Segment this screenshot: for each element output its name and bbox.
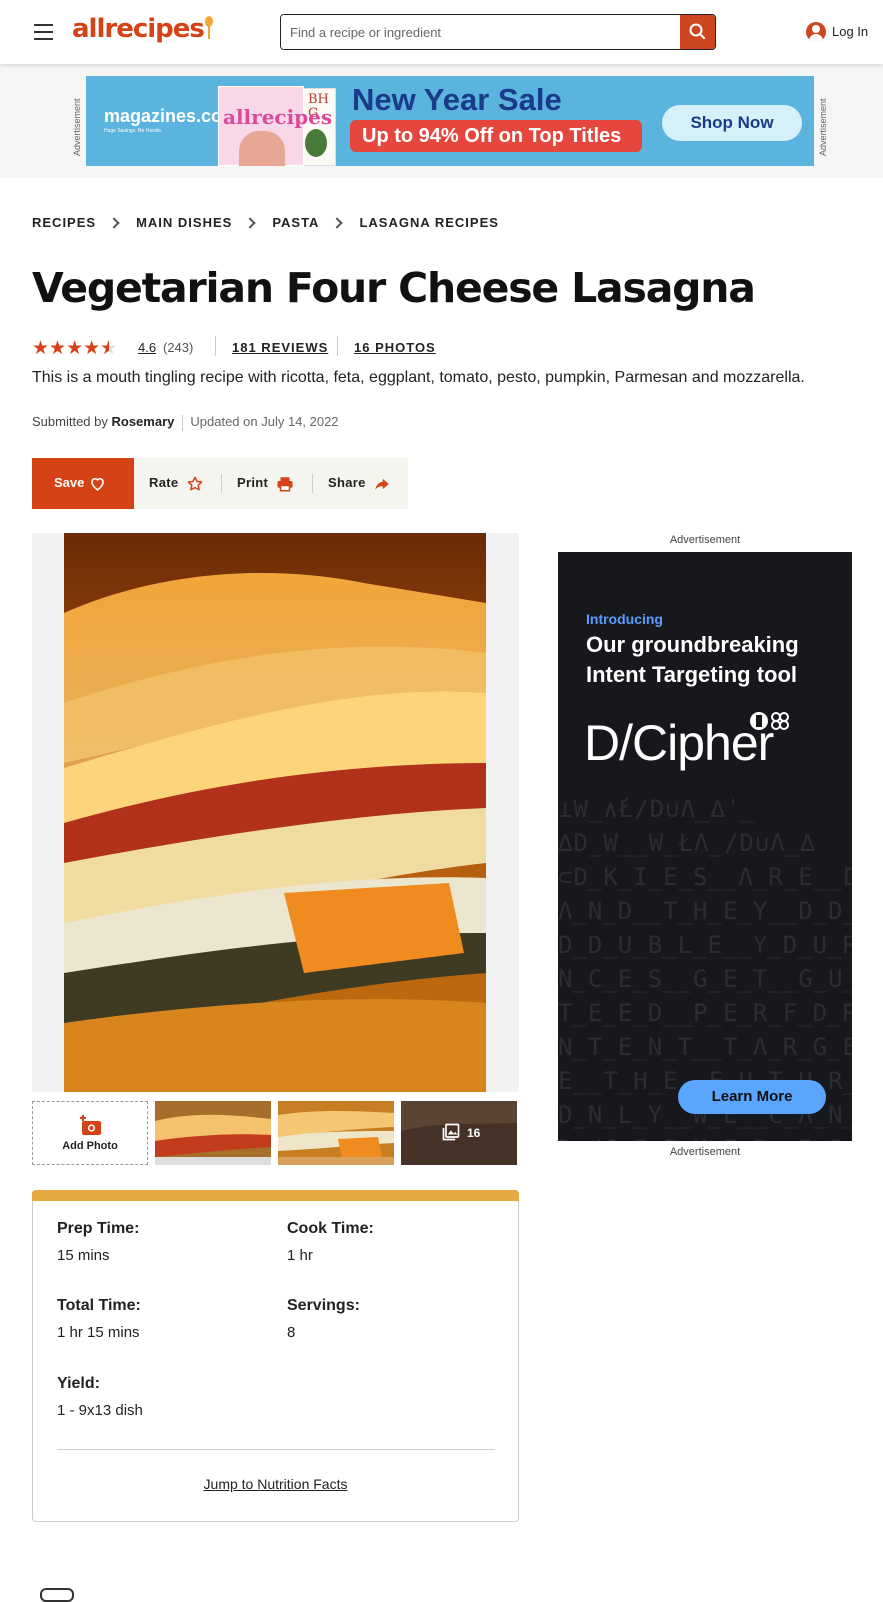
servings: Servings: 8 xyxy=(287,1297,360,1341)
photo-thumbnails: Add Photo 16 xyxy=(32,1101,519,1166)
search-bar xyxy=(280,14,716,50)
rating-value[interactable]: 4.6 xyxy=(138,340,156,355)
breadcrumb-recipes[interactable]: RECIPES xyxy=(32,215,96,230)
rate-button[interactable]: Rate xyxy=(134,458,222,509)
print-button[interactable]: Print xyxy=(222,458,312,509)
total-time: Total Time: 1 hr 15 mins xyxy=(57,1297,141,1341)
ad-label-left: Advertisement xyxy=(72,98,82,156)
updated-date: Updated on July 14, 2022 xyxy=(190,414,339,429)
card-accent-bar xyxy=(32,1190,519,1201)
thumbnail-1[interactable] xyxy=(155,1101,271,1165)
user-icon xyxy=(806,22,826,42)
ad-headline: New Year Sale xyxy=(352,82,562,117)
save-label: Save xyxy=(54,475,85,490)
breadcrumb-lasagna-recipes[interactable]: LASAGNA RECIPES xyxy=(359,215,498,230)
breadcrumb-main-dishes[interactable]: MAIN DISHES xyxy=(136,215,232,230)
search-button[interactable] xyxy=(680,15,715,49)
learn-more-button[interactable]: Learn More xyxy=(678,1080,826,1114)
divider xyxy=(215,336,216,356)
ad-label-top: Advertisement xyxy=(669,534,741,546)
ad-intro: Introducing xyxy=(586,611,663,627)
prep-time: Prep Time: 15 mins xyxy=(57,1220,140,1264)
breadcrumb: RECIPES MAIN DISHES PASTA LASAGNA RECIPES xyxy=(32,214,499,230)
gallery-icon xyxy=(442,1123,460,1141)
site-header: allrecipes Log In xyxy=(0,0,883,64)
more-photos-button[interactable]: 16 xyxy=(401,1101,517,1165)
print-label: Print xyxy=(237,475,269,490)
star-rating-icon: ★★★★★ xyxy=(32,337,117,360)
photos-link[interactable]: 16 PHOTOS xyxy=(354,340,436,355)
divider xyxy=(337,336,338,356)
ad-headline: Our groundbreaking Intent Targeting tool xyxy=(586,632,799,687)
share-button[interactable]: Share xyxy=(313,458,408,509)
chevron-right-icon xyxy=(331,216,344,229)
rating-count: (243) xyxy=(163,340,194,355)
star-outline-icon xyxy=(187,476,203,491)
add-camera-icon xyxy=(80,1115,101,1135)
ad-brand-name: D/Cipher xyxy=(584,715,774,771)
side-ad-banner[interactable]: ⊥W̲∧́Ł/D∪Λ̲∆ˈ̲ ∆D̲W̲_W̲ŁΛ̲/D∪Λ̲∆ ⊂D̲K̲I̲… xyxy=(558,552,852,1141)
lasagna-photo[interactable] xyxy=(64,533,486,1092)
search-input[interactable] xyxy=(281,15,681,49)
recipe-details-card: Prep Time: 15 mins Cook Time: 1 hr Total T… xyxy=(32,1190,519,1522)
submitted-by-label: Submitted by xyxy=(32,414,108,429)
reviews-link[interactable]: 181 REVIEWS xyxy=(232,340,328,355)
thumbnail-2[interactable] xyxy=(278,1101,394,1165)
hero-image-frame xyxy=(32,533,519,1092)
chevron-right-icon xyxy=(244,216,256,229)
photo-count: 16 xyxy=(467,1126,481,1140)
breadcrumb-pasta[interactable]: PASTA xyxy=(272,215,319,230)
chevron-right-icon xyxy=(108,216,120,229)
ad-offer: Up to 94% Off on Top Titles xyxy=(350,120,642,152)
recipe-description: This is a mouth tingling recipe with ric… xyxy=(32,369,805,386)
shop-now-button[interactable]: Shop Now xyxy=(662,105,802,141)
byline: Submitted by Rosemary Updated on July 14,… xyxy=(32,414,339,431)
share-arrow-icon xyxy=(375,478,389,490)
action-bar: Save Rate Print Share xyxy=(32,458,408,509)
yield: Yield: 1 - 9x13 dish xyxy=(57,1375,143,1419)
add-photo-button[interactable]: Add Photo xyxy=(32,1101,148,1165)
save-button[interactable]: Save xyxy=(32,458,134,509)
cook-time: Cook Time: 1 hr xyxy=(287,1220,374,1264)
heart-icon xyxy=(91,478,104,491)
share-label: Share xyxy=(328,475,366,490)
ad-label-bottom: Advertisement xyxy=(669,1146,741,1158)
divider xyxy=(57,1449,495,1450)
add-photo-label: Add Photo xyxy=(62,1140,118,1152)
ad-label-right: Advertisement xyxy=(818,98,828,156)
page-title: Vegetarian Four Cheese Lasagna xyxy=(32,264,756,312)
search-icon xyxy=(689,23,706,40)
top-ad-band: Advertisement magazines.com Huge Savings.… xyxy=(0,64,883,178)
menu-icon[interactable] xyxy=(34,24,53,40)
rate-label: Rate xyxy=(149,475,179,490)
author-link[interactable]: Rosemary xyxy=(112,414,175,429)
login-label: Log In xyxy=(832,24,869,39)
jump-to-nutrition-link[interactable]: Jump to Nutrition Facts xyxy=(33,1476,518,1492)
allrecipes-logo[interactable]: allrecipes xyxy=(72,14,213,44)
printer-icon xyxy=(277,477,293,492)
magazine-cover-allrecipes: allrecipes xyxy=(218,86,332,166)
top-ad-banner[interactable]: magazines.com Huge Savings. No Hassle. BH… xyxy=(86,76,814,166)
